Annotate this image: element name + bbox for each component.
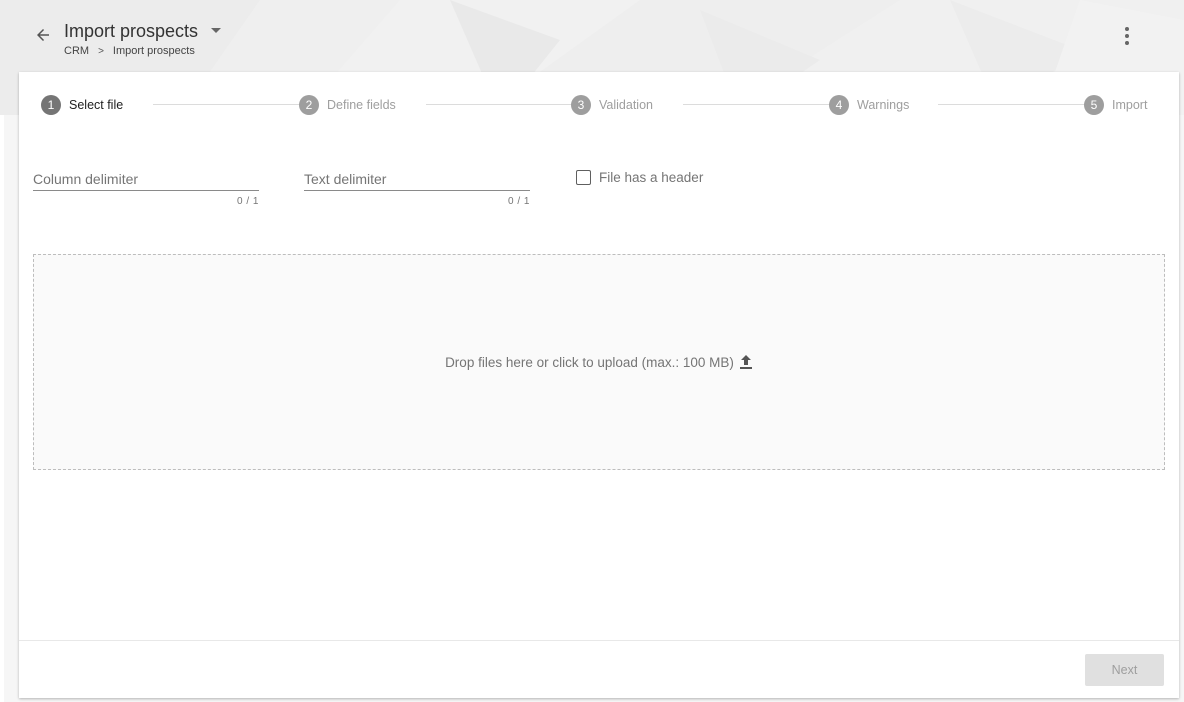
import-card: 1 Select file 2 Define fields 3 Validati… [19,72,1179,698]
step-select-file[interactable]: 1 Select file [41,94,123,116]
step-number: 1 [41,95,61,115]
step-warnings[interactable]: 4 Warnings [829,94,909,116]
character-counter: 0 / 1 [508,196,530,207]
dropzone-text: Drop files here or click to upload (max.… [445,354,734,370]
step-number: 2 [299,95,319,115]
step-connector [153,104,311,105]
step-connector [938,104,1096,105]
text-delimiter-field: 0 / 1 [304,168,530,207]
column-delimiter-field: 0 / 1 [33,168,259,207]
card-footer: Next [19,640,1179,699]
step-label: Import [1112,98,1148,112]
character-counter: 0 / 1 [237,196,259,207]
upload-icon [739,354,753,370]
arrow-left-icon [37,29,49,41]
checkbox-icon[interactable] [576,170,591,185]
step-label: Warnings [857,98,910,112]
text-delimiter-input[interactable] [304,168,530,191]
step-define-fields[interactable]: 2 Define fields [299,94,396,116]
breadcrumb-item-current: Import prospects [112,45,195,57]
breadcrumb-item-crm[interactable]: CRM [64,45,89,57]
step-connector [683,104,841,105]
step-number: 4 [829,95,849,115]
step-connector [426,104,584,105]
file-has-header-checkbox[interactable]: File has a header [576,170,703,185]
menu-dot [1125,27,1129,31]
dropzone-message: Drop files here or click to upload (max.… [445,354,753,370]
step-label: Validation [599,98,653,112]
step-label: Define fields [327,98,396,112]
column-delimiter-input[interactable] [33,168,259,191]
step-number: 5 [1084,95,1104,115]
step-number: 3 [571,95,591,115]
page: Import prospects CRM > Import prospects … [0,0,1184,702]
checkbox-label: File has a header [599,170,704,185]
step-validation[interactable]: 3 Validation [571,94,653,116]
chevron-right-icon: > [98,45,104,57]
step-import[interactable]: 5 Import [1084,94,1147,116]
page-title: Import prospects [64,21,199,41]
back-button[interactable] [32,24,54,46]
next-button[interactable]: Next [1085,654,1164,686]
stepper: 1 Select file 2 Define fields 3 Validati… [41,94,1151,116]
chevron-down-icon[interactable] [211,28,221,33]
step-label: Select file [69,98,124,112]
menu-dot [1125,34,1129,38]
breadcrumb: CRM > Import prospects [64,45,195,57]
menu-dot [1125,41,1129,45]
file-dropzone[interactable]: Drop files here or click to upload (max.… [33,254,1165,470]
more-vertical-icon[interactable] [1116,24,1138,48]
